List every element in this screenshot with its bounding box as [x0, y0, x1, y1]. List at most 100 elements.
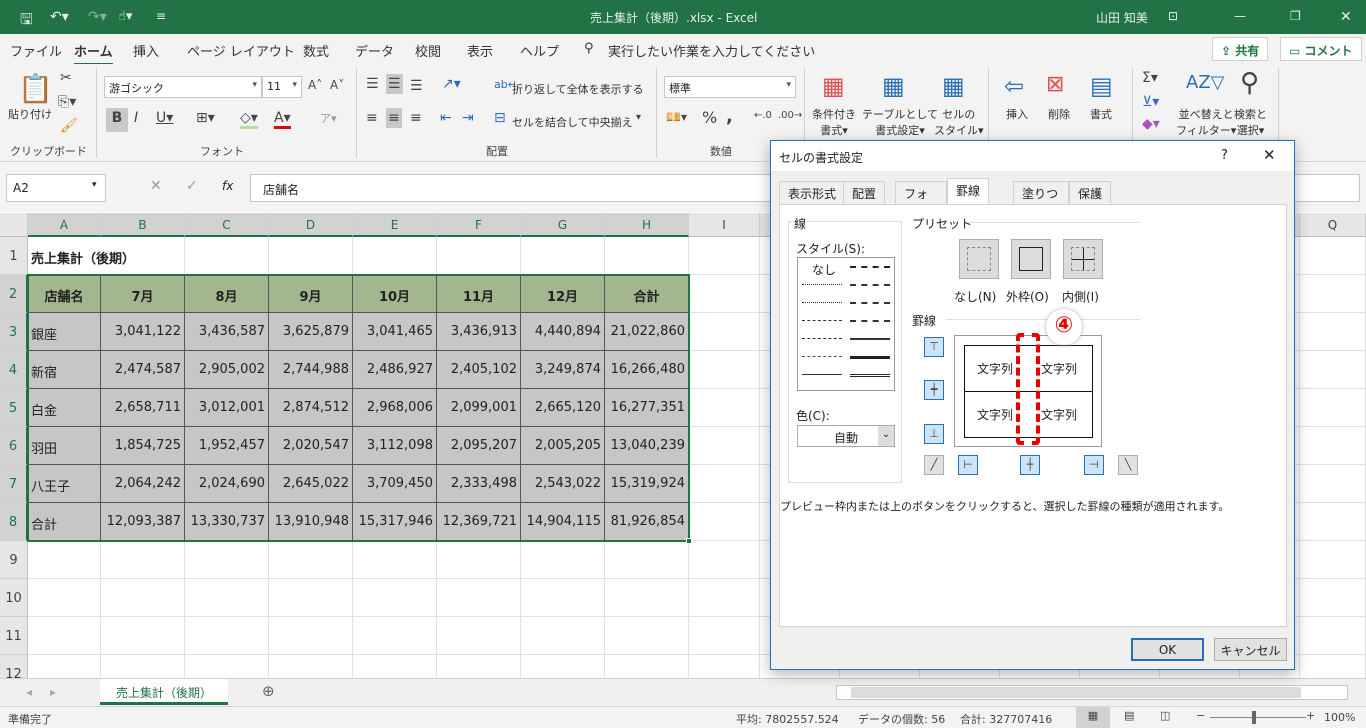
- user-name[interactable]: 山田 知美: [1096, 9, 1148, 26]
- cell[interactable]: [1300, 389, 1366, 427]
- style-none[interactable]: なし: [812, 261, 836, 278]
- color-select[interactable]: 自動 ⌄: [797, 425, 895, 447]
- cell[interactable]: [605, 617, 689, 655]
- accounting-format-icon[interactable]: 💴▾: [666, 110, 687, 124]
- cell[interactable]: [437, 655, 521, 678]
- row-header-9[interactable]: 9: [0, 541, 28, 579]
- tab-help[interactable]: ヘルプ: [520, 41, 559, 60]
- line-style-option[interactable]: [850, 374, 890, 377]
- line-style-option[interactable]: [802, 302, 842, 303]
- format-cells-icon[interactable]: ▤: [1090, 72, 1113, 100]
- tab-home[interactable]: ホーム: [74, 41, 113, 66]
- dtab-border[interactable]: 罫線: [947, 178, 990, 205]
- cell[interactable]: [1300, 427, 1366, 465]
- cell[interactable]: [689, 389, 760, 427]
- border-right-button[interactable]: ⊣: [1084, 455, 1104, 475]
- cell[interactable]: [689, 541, 760, 579]
- cut-icon[interactable]: ✂: [60, 70, 72, 86]
- dtab-fill[interactable]: 塗りつぶし: [1013, 181, 1069, 218]
- dtab-number[interactable]: 表示形式: [779, 181, 846, 204]
- cell[interactable]: [605, 579, 689, 617]
- autosum-icon[interactable]: Σ▾: [1142, 70, 1158, 86]
- increase-indent-icon[interactable]: ⇥: [462, 110, 474, 126]
- line-style-option[interactable]: [802, 284, 842, 285]
- row-header-1[interactable]: 1: [0, 237, 28, 275]
- paste-button[interactable]: 貼り付け: [8, 106, 52, 122]
- name-box-dropdown-icon[interactable]: ▾: [92, 180, 97, 190]
- cell[interactable]: [689, 237, 760, 275]
- cell[interactable]: [1300, 503, 1366, 541]
- cell[interactable]: [1300, 351, 1366, 389]
- row-header-2[interactable]: 2: [0, 275, 28, 313]
- insert-cells-icon[interactable]: ⇦: [1004, 72, 1024, 100]
- cell[interactable]: [521, 617, 605, 655]
- copy-icon[interactable]: ⎘▾: [58, 94, 76, 110]
- zoom-out-icon[interactable]: −: [1196, 709, 1205, 722]
- column-header-D[interactable]: D: [269, 213, 353, 237]
- cell[interactable]: [185, 655, 269, 678]
- find-select-button[interactable]: 検索と 選択▾: [1234, 106, 1267, 138]
- decrease-decimal-icon[interactable]: .00→: [778, 110, 802, 121]
- cell[interactable]: [689, 465, 760, 503]
- cell[interactable]: [28, 579, 101, 617]
- cell[interactable]: [689, 275, 760, 313]
- tab-file[interactable]: ファイル: [10, 41, 62, 60]
- line-style-option[interactable]: [850, 338, 890, 340]
- row-header-10[interactable]: 10: [0, 579, 28, 617]
- cell[interactable]: [185, 579, 269, 617]
- align-middle-icon[interactable]: ☰: [386, 74, 403, 94]
- align-right-icon[interactable]: ≡: [410, 110, 422, 126]
- cell[interactable]: [689, 617, 760, 655]
- underline-button[interactable]: U▾: [156, 110, 173, 126]
- decrease-indent-icon[interactable]: ⇤: [440, 110, 452, 126]
- redo-icon[interactable]: ↷▾: [88, 9, 107, 25]
- prev-sheet-icon[interactable]: ◂: [26, 685, 32, 699]
- tab-formulas[interactable]: 数式: [303, 41, 329, 60]
- font-size-select[interactable]: 11: [262, 76, 302, 98]
- border-middle-vertical-button[interactable]: ┼: [1020, 455, 1040, 475]
- cell[interactable]: [437, 579, 521, 617]
- dtab-font[interactable]: フォント: [895, 181, 947, 218]
- save-icon[interactable]: 🖫: [20, 9, 33, 34]
- insert-cells-button[interactable]: 挿入: [1006, 106, 1028, 122]
- row-header-4[interactable]: 4: [0, 351, 28, 389]
- cell[interactable]: [269, 579, 353, 617]
- column-header-Q[interactable]: Q: [1300, 213, 1366, 237]
- customize-qat-icon[interactable]: ≡: [156, 9, 166, 23]
- row-header-3[interactable]: 3: [0, 313, 28, 351]
- row-header-5[interactable]: 5: [0, 389, 28, 427]
- cell[interactable]: [101, 579, 185, 617]
- zoom-slider[interactable]: [1210, 717, 1306, 718]
- column-header-F[interactable]: F: [437, 213, 521, 237]
- help-button[interactable]: ?: [1221, 148, 1228, 163]
- cell[interactable]: [689, 351, 760, 389]
- enter-icon[interactable]: ✓: [186, 178, 198, 194]
- delete-cells-button[interactable]: 削除: [1048, 106, 1070, 122]
- format-cells-button[interactable]: 書式: [1090, 106, 1112, 122]
- row-header-8[interactable]: 8: [0, 503, 28, 541]
- sheet-tab-active[interactable]: 売上集計（後期）: [100, 679, 228, 705]
- decrease-font-icon[interactable]: A˅: [330, 78, 344, 92]
- preset-none-button[interactable]: [959, 239, 999, 279]
- percent-icon[interactable]: %: [702, 108, 717, 127]
- cell[interactable]: [353, 237, 437, 275]
- phonetic-icon[interactable]: ア▾: [320, 110, 337, 126]
- sort-filter-icon[interactable]: AZ▽: [1186, 72, 1225, 93]
- cell[interactable]: [353, 655, 437, 678]
- border-diagonal-down-button[interactable]: ╲: [1118, 455, 1138, 475]
- italic-button[interactable]: I: [134, 110, 138, 126]
- column-header-H[interactable]: H: [605, 213, 689, 237]
- fill-color-icon[interactable]: ◇▾: [240, 110, 258, 129]
- column-header-I[interactable]: I: [689, 213, 760, 237]
- orientation-icon[interactable]: ↗▾: [442, 76, 461, 92]
- ribbon-display-icon[interactable]: ⊡: [1168, 9, 1178, 23]
- undo-icon[interactable]: ↶▾: [50, 9, 69, 25]
- number-format-select[interactable]: 標準: [664, 76, 796, 98]
- cell[interactable]: [101, 655, 185, 678]
- next-sheet-icon[interactable]: ▸: [50, 685, 56, 699]
- cell[interactable]: [1300, 655, 1366, 678]
- line-style-option[interactable]: [802, 374, 842, 375]
- cell[interactable]: [437, 617, 521, 655]
- cell[interactable]: [185, 617, 269, 655]
- conditional-format-button[interactable]: 条件付き 書式▾: [812, 106, 856, 138]
